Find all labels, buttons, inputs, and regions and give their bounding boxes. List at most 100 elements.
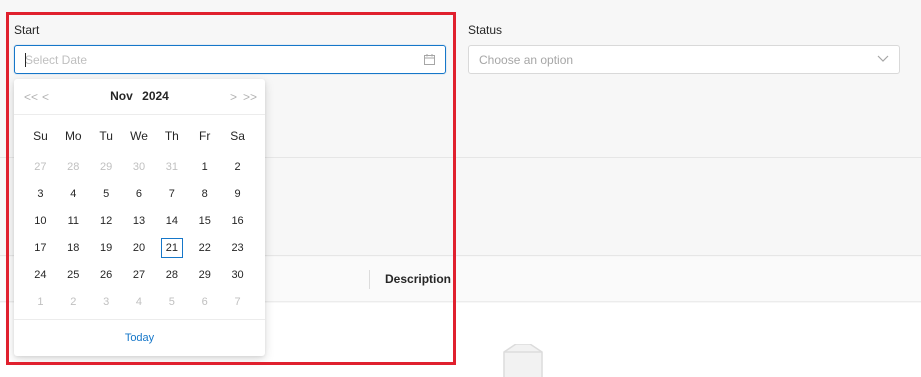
- day-number: 28: [165, 268, 178, 281]
- day-cell[interactable]: 7: [221, 288, 254, 315]
- day-cell[interactable]: 20: [123, 234, 156, 261]
- day-cell[interactable]: 29: [188, 261, 221, 288]
- day-cell[interactable]: 19: [90, 234, 123, 261]
- day-cell[interactable]: 4: [57, 180, 90, 207]
- day-number: 31: [165, 160, 178, 173]
- day-cell[interactable]: 25: [57, 261, 90, 288]
- day-cell[interactable]: 27: [24, 153, 57, 180]
- day-cell[interactable]: 8: [188, 180, 221, 207]
- day-number: 4: [70, 187, 77, 200]
- day-number: 6: [201, 295, 208, 308]
- text-cursor: [25, 53, 26, 67]
- day-number: 26: [100, 268, 113, 281]
- day-number: 3: [37, 187, 44, 200]
- day-cell[interactable]: 3: [90, 288, 123, 315]
- day-number: 1: [37, 295, 44, 308]
- day-cell[interactable]: 30: [221, 261, 254, 288]
- day-number: 12: [100, 214, 113, 227]
- day-number: 16: [231, 214, 244, 227]
- day-number: 24: [34, 268, 47, 281]
- day-number: 25: [67, 268, 80, 281]
- day-cell[interactable]: 31: [155, 153, 188, 180]
- day-cell[interactable]: 16: [221, 207, 254, 234]
- year-button[interactable]: 2024: [142, 89, 169, 103]
- day-cell[interactable]: 1: [24, 288, 57, 315]
- weekday-label: Fr: [199, 129, 211, 143]
- weekday-label: We: [130, 129, 148, 143]
- day-cell[interactable]: 2: [57, 288, 90, 315]
- day-cell[interactable]: 5: [90, 180, 123, 207]
- day-cell[interactable]: 7: [155, 180, 188, 207]
- month-button[interactable]: Nov: [110, 89, 133, 103]
- today-button[interactable]: Today: [125, 332, 154, 344]
- start-date-input[interactable]: Select Date: [14, 45, 446, 74]
- day-cell[interactable]: 2: [221, 153, 254, 180]
- day-cell[interactable]: 6: [123, 180, 156, 207]
- day-cell[interactable]: 9: [221, 180, 254, 207]
- weekday-label: Sa: [230, 129, 245, 143]
- day-number: 15: [198, 214, 211, 227]
- day-number: 27: [132, 268, 146, 281]
- chevron-down-icon[interactable]: [877, 55, 889, 63]
- date-picker-dropdown: << < Nov 2024 > >> Su Mo Tu We Th Fr Sa 27 28 29…: [14, 79, 265, 356]
- day-cell[interactable]: 12: [90, 207, 123, 234]
- day-cell[interactable]: 26: [90, 261, 123, 288]
- day-number: 2: [234, 160, 241, 173]
- day-number: 21: [160, 237, 183, 258]
- day-number: 10: [34, 214, 47, 227]
- day-number: 4: [135, 295, 143, 308]
- days-grid: 27 28 29 30 31 1 2 3 4 5 6 7 8 9 10 11 12 13 14 15 16 17 18 19 2…: [24, 153, 254, 315]
- day-number: 5: [168, 295, 175, 308]
- weekday-label: Su: [33, 129, 48, 143]
- day-cell[interactable]: 11: [57, 207, 90, 234]
- weekday-header-row: Su Mo Tu We Th Fr Sa: [24, 129, 254, 143]
- day-cell-today[interactable]: 21: [155, 234, 188, 261]
- day-number: 18: [67, 241, 80, 254]
- start-label: Start: [14, 23, 40, 37]
- day-cell[interactable]: 13: [123, 207, 156, 234]
- day-cell[interactable]: 27: [123, 261, 156, 288]
- day-cell[interactable]: 23: [221, 234, 254, 261]
- month-year-title: Nov 2024: [14, 89, 265, 103]
- day-cell[interactable]: 17: [24, 234, 57, 261]
- day-number: 11: [67, 214, 79, 227]
- day-cell[interactable]: 4: [123, 288, 156, 315]
- day-cell[interactable]: 18: [57, 234, 90, 261]
- next-year-button[interactable]: >>: [243, 90, 257, 104]
- day-number: 29: [198, 268, 211, 281]
- date-picker-footer: Today: [14, 319, 265, 356]
- day-cell[interactable]: 30: [123, 153, 156, 180]
- day-number: 28: [67, 160, 80, 173]
- day-number: 14: [165, 214, 178, 227]
- day-number: 5: [103, 187, 110, 200]
- day-number: 27: [34, 160, 47, 173]
- day-number: 29: [100, 160, 113, 173]
- day-number: 8: [201, 187, 208, 200]
- day-cell[interactable]: 28: [155, 261, 188, 288]
- day-cell[interactable]: 15: [188, 207, 221, 234]
- column-divider: [369, 270, 370, 289]
- day-cell[interactable]: 5: [155, 288, 188, 315]
- day-cell[interactable]: 6: [188, 288, 221, 315]
- day-number: 2: [70, 295, 77, 308]
- day-number: 13: [132, 214, 146, 227]
- day-cell[interactable]: 14: [155, 207, 188, 234]
- day-number: 20: [132, 241, 146, 254]
- status-select[interactable]: Choose an option: [468, 45, 900, 74]
- day-cell[interactable]: 22: [188, 234, 221, 261]
- day-number: 30: [132, 160, 146, 173]
- day-cell[interactable]: 29: [90, 153, 123, 180]
- day-number: 30: [231, 268, 244, 281]
- day-number: 7: [234, 295, 241, 308]
- day-cell[interactable]: 28: [57, 153, 90, 180]
- next-month-button[interactable]: >: [230, 90, 237, 104]
- day-cell[interactable]: 24: [24, 261, 57, 288]
- date-picker-header: << < Nov 2024 > >>: [14, 79, 265, 115]
- calendar-icon[interactable]: [424, 54, 435, 65]
- weekday-label: Th: [164, 129, 179, 143]
- column-header-description[interactable]: Description: [385, 272, 451, 286]
- day-cell[interactable]: 1: [188, 153, 221, 180]
- day-cell[interactable]: 10: [24, 207, 57, 234]
- day-cell[interactable]: 3: [24, 180, 57, 207]
- day-number: 3: [103, 295, 110, 308]
